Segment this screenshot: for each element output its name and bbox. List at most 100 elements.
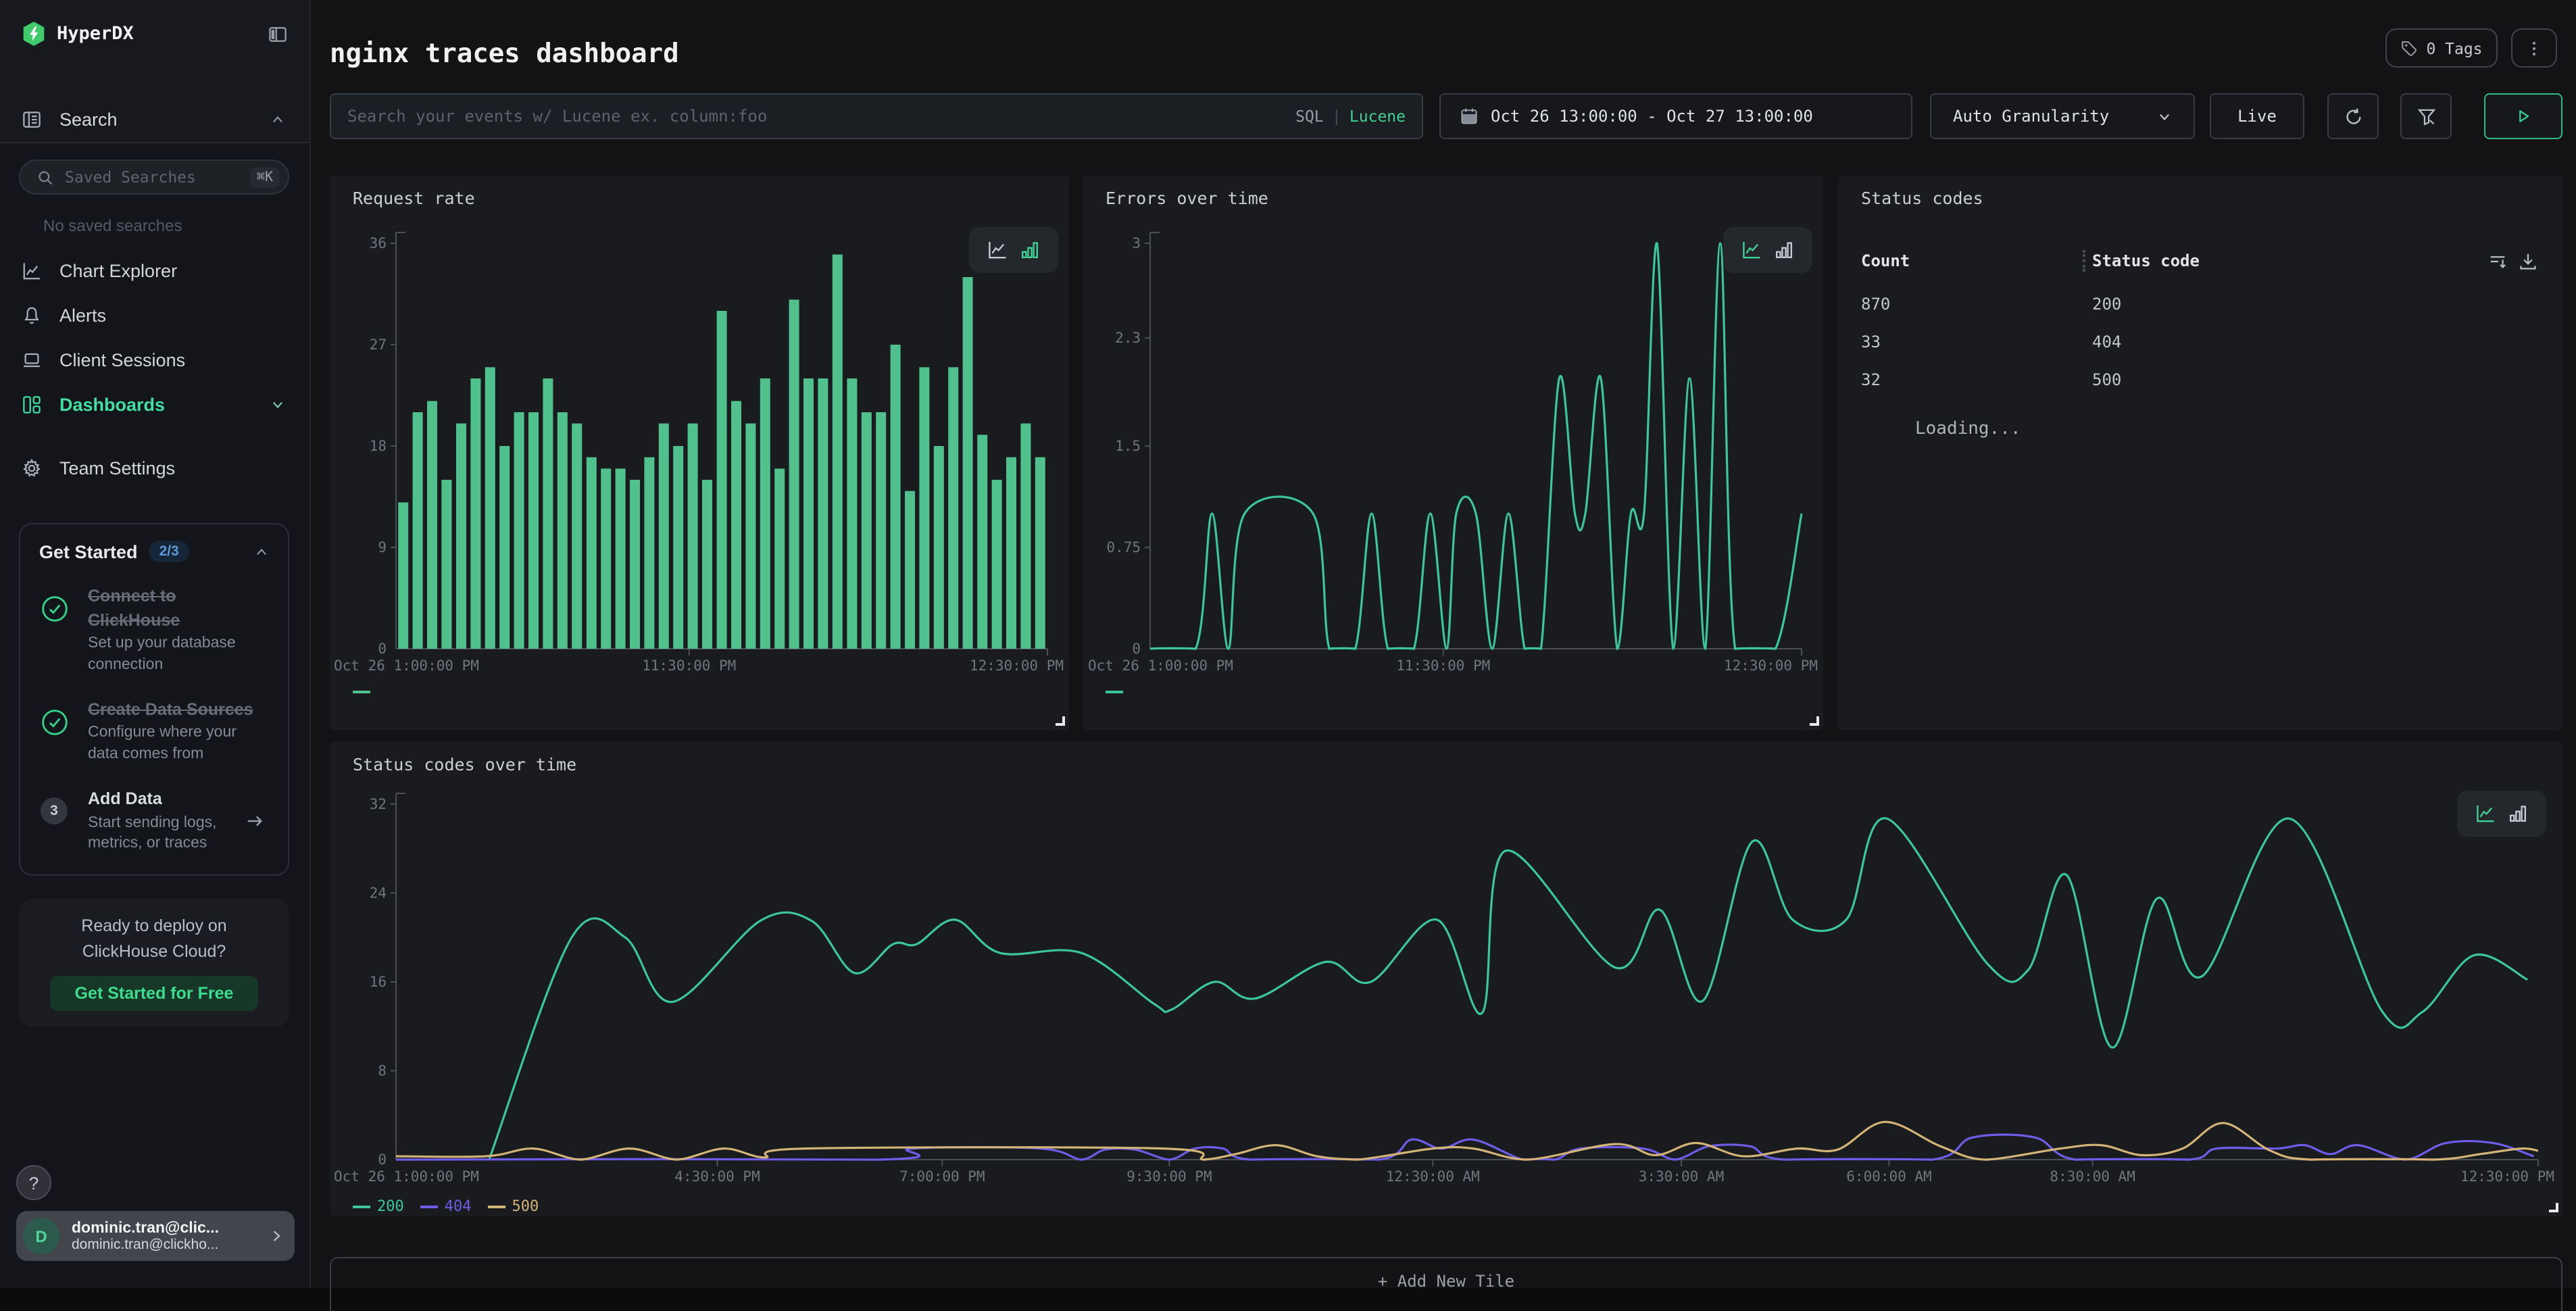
saved-searches-input[interactable]: Saved Searches ⌘K: [19, 159, 289, 195]
resize-handle[interactable]: [1810, 716, 1819, 726]
svg-text:11:30:00 PM: 11:30:00 PM: [642, 658, 736, 674]
svg-text:0: 0: [378, 1152, 387, 1168]
hyperdx-logo-icon: [22, 20, 46, 47]
chevron-up-icon[interactable]: [254, 544, 269, 559]
line-chart-icon[interactable]: [987, 239, 1008, 261]
request-rate-chart: 09182736Oct 26 1:00:00 PM11:30:00 PM12:3…: [330, 176, 1069, 730]
bell-icon: [22, 305, 42, 326]
tag-icon: [2400, 39, 2418, 57]
cell-count: 33: [1861, 332, 1881, 351]
sidebar-item-dashboards[interactable]: Dashboards: [0, 382, 309, 427]
search-input[interactable]: Search your events w/ Lucene ex. column:…: [330, 93, 1423, 139]
refresh-button[interactable]: [2327, 93, 2379, 139]
svg-text:11:30:00 PM: 11:30:00 PM: [1396, 658, 1490, 674]
lucene-toggle[interactable]: Lucene: [1349, 107, 1406, 126]
svg-text:3:30:00 AM: 3:30:00 AM: [1639, 1168, 1724, 1185]
get-started-free-button[interactable]: Get Started for Free: [50, 975, 258, 1010]
svg-text:32: 32: [370, 796, 387, 812]
search-icon: [36, 168, 54, 186]
search-panel-icon: [22, 109, 42, 129]
chart-type-toggle[interactable]: [1723, 227, 1812, 273]
svg-text:0.75: 0.75: [1106, 539, 1141, 555]
saved-searches-placeholder: Saved Searches: [65, 168, 250, 187]
cell-status-code: 404: [2092, 332, 2121, 351]
svg-text:Oct 26 1:00:00 PM: Oct 26 1:00:00 PM: [334, 1168, 479, 1185]
svg-text:12:30:00 PM: 12:30:00 PM: [1724, 658, 1818, 674]
live-button[interactable]: Live: [2210, 93, 2304, 139]
bar-chart-icon[interactable]: [2507, 803, 2529, 824]
sidebar-nav: Chart Explorer Alerts Client Sessions Da…: [0, 249, 309, 491]
svg-text:4:30:00 PM: 4:30:00 PM: [674, 1168, 760, 1185]
download-icon[interactable]: [2518, 251, 2538, 272]
run-query-button[interactable]: [2484, 93, 2562, 139]
sidebar-item-chart-explorer[interactable]: Chart Explorer: [0, 249, 309, 293]
page-title: nginx traces dashboard: [330, 38, 679, 69]
svg-text:9: 9: [378, 539, 387, 555]
svg-text:27: 27: [370, 337, 387, 353]
column-divider[interactable]: [2083, 250, 2085, 272]
chevron-right-icon: [269, 1229, 284, 1243]
line-chart-icon[interactable]: [1741, 239, 1762, 261]
panel-title: Status codes: [1861, 188, 1983, 208]
legend-item[interactable]: 200: [353, 1197, 404, 1215]
bar-chart-icon[interactable]: [1773, 239, 1795, 261]
svg-text:8:30:00 AM: 8:30:00 AM: [2050, 1168, 2135, 1185]
resize-handle[interactable]: [2549, 1203, 2558, 1212]
chevron-down-icon: [270, 397, 285, 412]
sidebar-item-alerts[interactable]: Alerts: [0, 293, 309, 338]
deploy-text-line2: ClickHouse Cloud?: [19, 939, 289, 965]
sidebar-collapse-icon[interactable]: [268, 24, 288, 44]
user-menu[interactable]: D dominic.tran@clic... dominic.tran@clic…: [16, 1211, 295, 1261]
sort-icon[interactable]: [2488, 251, 2508, 272]
app-title: HyperDX: [57, 23, 268, 45]
get-started-step[interactable]: Create Data Sources Configure where your…: [39, 698, 269, 766]
legend-item[interactable]: 404: [420, 1197, 472, 1215]
check-circle-icon: [40, 709, 68, 737]
column-status-code[interactable]: Status code: [2092, 251, 2200, 270]
bar-chart-icon[interactable]: [1019, 239, 1041, 261]
get-started-step[interactable]: 3 Add Data Start sending logs, metrics, …: [39, 787, 269, 855]
shortcut-badge: ⌘K: [250, 167, 280, 187]
line-chart-icon[interactable]: [2475, 803, 2496, 824]
deploy-card: Ready to deploy on ClickHouse Cloud? Get…: [19, 899, 289, 1027]
sidebar-item-search[interactable]: Search: [0, 95, 309, 143]
svg-text:12:30:00 PM: 12:30:00 PM: [970, 658, 1064, 674]
svg-text:3: 3: [1132, 235, 1141, 251]
date-range-input[interactable]: Oct 26 13:00:00 - Oct 27 13:00:00: [1439, 93, 1912, 139]
svg-text:7:00:00 PM: 7:00:00 PM: [899, 1168, 985, 1185]
legend-item[interactable]: [353, 691, 370, 693]
tags-button[interactable]: 0 Tags: [2385, 28, 2498, 68]
resize-handle[interactable]: [1056, 716, 1065, 726]
legend-item[interactable]: 500: [488, 1197, 539, 1215]
laptop-icon: [22, 350, 42, 370]
chart-type-toggle[interactable]: [2457, 791, 2546, 837]
get-started-step[interactable]: Connect to ClickHouse Set up your databa…: [39, 584, 269, 676]
main-content: nginx traces dashboard 0 Tags Search you…: [312, 0, 2576, 1288]
deploy-text-line1: Ready to deploy on: [19, 914, 289, 939]
svg-text:9:30:00 PM: 9:30:00 PM: [1126, 1168, 1212, 1185]
table-header: Count Status code: [1861, 247, 2544, 277]
column-count[interactable]: Count: [1861, 251, 1910, 270]
chart-type-toggle[interactable]: [969, 227, 1058, 273]
funnel-icon: [2416, 106, 2436, 126]
user-name: dominic.tran@clic...: [72, 1220, 269, 1236]
sidebar-item-client-sessions[interactable]: Client Sessions: [0, 338, 309, 382]
user-email: dominic.tran@clickho...: [72, 1236, 269, 1252]
filter-button[interactable]: [2400, 93, 2452, 139]
gear-icon: [22, 458, 42, 478]
legend-item[interactable]: [1106, 691, 1123, 693]
filter-bar: Search your events w/ Lucene ex. column:…: [330, 93, 2562, 139]
cell-status-code: 200: [2092, 295, 2121, 314]
chart-icon: [22, 261, 42, 281]
avatar: D: [23, 1218, 59, 1254]
panel-status-codes-over-time: Status codes over time 08162432Oct 26 1:…: [330, 742, 2562, 1216]
sql-toggle[interactable]: SQL: [1295, 107, 1324, 126]
svg-text:2.3: 2.3: [1115, 330, 1141, 346]
granularity-select[interactable]: Auto Granularity: [1930, 93, 2195, 139]
help-button[interactable]: ?: [16, 1165, 51, 1200]
more-options-button[interactable]: [2511, 28, 2557, 68]
svg-text:16: 16: [370, 974, 387, 990]
add-new-tile-button[interactable]: + Add New Tile: [330, 1257, 2562, 1311]
sidebar-item-team-settings[interactable]: Team Settings: [0, 446, 309, 491]
panel-errors-over-time: Errors over time 00.751.52.33Oct 26 1:00…: [1083, 176, 1823, 730]
